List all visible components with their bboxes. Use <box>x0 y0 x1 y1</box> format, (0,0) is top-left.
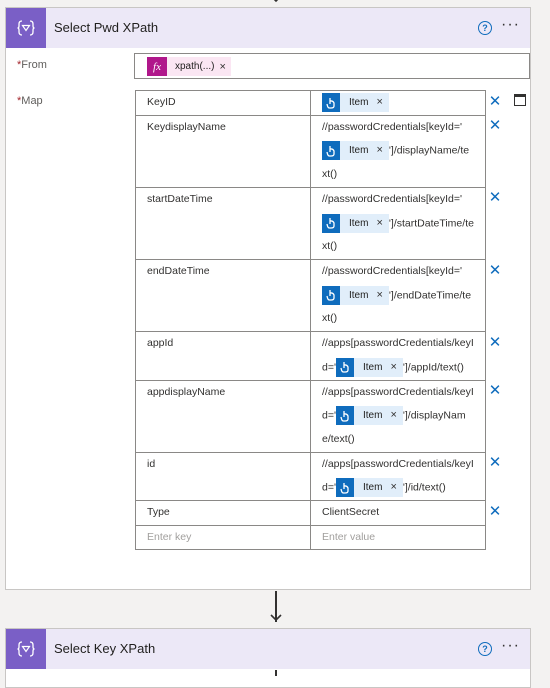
token-remove-icon[interactable]: × <box>387 478 402 497</box>
token-remove-icon[interactable]: × <box>373 141 388 160</box>
map-row: endDateTime //passwordCredentials[keyId='… <box>135 258 486 333</box>
new-row: Enter key Enter value <box>135 524 486 551</box>
manual-trigger-icon <box>335 357 354 377</box>
dynamic-content-token[interactable]: Item × <box>335 406 403 426</box>
token-label: Item <box>349 145 369 157</box>
map-row: KeyID Item × <box>135 90 486 116</box>
manual-trigger-icon <box>335 406 354 426</box>
action-title: Select Key XPath <box>54 641 156 656</box>
map-row: startDateTime //passwordCredentials[keyId… <box>135 186 486 261</box>
delete-row-icon[interactable]: ✕ <box>488 94 502 109</box>
map-row: KeydisplayName //passwordCredentials[keyI… <box>135 114 486 188</box>
token-remove-icon[interactable]: × <box>373 214 388 233</box>
manual-trigger-icon <box>335 478 354 498</box>
map-row: appId//apps[passwordCredentials/keyId=' I… <box>135 331 486 381</box>
dynamic-content-token[interactable]: Item × <box>335 357 403 377</box>
expression-token[interactable]: fx xpath(...) × <box>147 57 231 76</box>
from-input[interactable]: fx xpath(...) × <box>134 53 530 79</box>
delete-row-icon[interactable]: ✕ <box>488 118 502 133</box>
map-key-input[interactable]: startDateTime <box>135 186 311 261</box>
value-text: //passwordCredentials[keyId=' <box>322 192 463 205</box>
map-key-input[interactable]: appId <box>135 331 311 381</box>
map-table: KeyID Item × KeydisplayName //passwordCreden… <box>135 90 486 551</box>
new-value-input[interactable]: Enter value <box>310 524 486 551</box>
action-title: Select Pwd XPath <box>54 20 159 35</box>
map-key-input[interactable]: appdisplayName <box>135 379 311 453</box>
map-value-input[interactable]: //passwordCredentials[keyId=' Item × ']/dis… <box>310 114 486 188</box>
token-label: Item <box>362 410 383 422</box>
token-remove-icon[interactable]: × <box>219 61 230 73</box>
map-key-input[interactable]: id <box>135 451 311 502</box>
map-key-input[interactable]: KeyID <box>135 90 311 116</box>
dynamic-content-token[interactable]: Item × <box>335 478 403 498</box>
token-label: Item <box>349 289 369 301</box>
manual-trigger-icon <box>322 285 340 305</box>
delete-row-icon[interactable]: ✕ <box>488 383 502 398</box>
data-operation-icon <box>6 8 46 48</box>
map-value-input[interactable]: //passwordCredentials[keyId=' Item × ']/end… <box>310 258 486 333</box>
manual-trigger-icon <box>322 213 340 233</box>
delete-row-icon[interactable]: ✕ <box>488 335 502 350</box>
delete-row-icon[interactable]: ✕ <box>488 455 502 470</box>
dynamic-content-token[interactable]: Item × <box>322 213 389 233</box>
token-remove-icon[interactable]: × <box>387 406 402 425</box>
map-key-input[interactable]: KeydisplayName <box>135 114 311 188</box>
arrow-down-icon <box>270 614 282 622</box>
new-key-input[interactable]: Enter key <box>135 524 311 551</box>
token-label: Item <box>349 217 369 229</box>
map-row: Type ClientSecret <box>135 500 486 526</box>
help-icon[interactable]: ? <box>478 21 492 35</box>
action-header[interactable]: Select Pwd XPath ? ··· <box>6 8 530 48</box>
map-key-input[interactable]: endDateTime <box>135 258 311 333</box>
map-key-input[interactable]: Type <box>135 500 311 526</box>
dynamic-content-token[interactable]: Item × <box>322 141 389 161</box>
value-text: ']/id/text() <box>402 481 446 494</box>
map-row: id//apps[passwordCredentials/keyId=' Item… <box>135 451 486 502</box>
connector-line-bottom <box>275 670 277 676</box>
token-remove-icon[interactable]: × <box>373 286 388 305</box>
action-header[interactable]: Select Key XPath ? ··· <box>6 629 530 669</box>
token-remove-icon[interactable]: × <box>373 93 388 112</box>
expression-token-label: xpath(...) <box>175 61 215 72</box>
more-options-icon[interactable]: ··· <box>501 637 520 655</box>
dynamic-content-token[interactable]: Item × <box>322 285 389 305</box>
token-label: Item <box>349 97 369 108</box>
manual-trigger-icon <box>322 141 340 161</box>
value-text: ClientSecret <box>322 506 380 519</box>
map-value-input[interactable]: //passwordCredentials[keyId=' Item × ']/sta… <box>310 186 486 261</box>
map-value-input[interactable]: //apps[passwordCredentials/keyId=' Item × '… <box>310 379 486 453</box>
value-text: //passwordCredentials[keyId=' <box>322 120 463 133</box>
map-value-input[interactable]: //apps[passwordCredentials/keyId=' Item × '… <box>310 451 486 502</box>
delete-row-icon[interactable]: ✕ <box>488 190 502 205</box>
action-card-select-key-xpath: Select Key XPath ? ··· <box>5 628 531 688</box>
help-icon[interactable]: ? <box>478 642 492 656</box>
value-text: ']/appId/text() <box>402 360 464 373</box>
map-value-input[interactable]: //apps[passwordCredentials/keyId=' Item × '… <box>310 331 486 381</box>
from-label: *From <box>17 59 47 71</box>
more-options-icon[interactable]: ··· <box>501 16 520 34</box>
expression-icon: fx <box>147 57 167 76</box>
manual-trigger-icon <box>322 93 340 112</box>
text-mode-icon[interactable] <box>514 94 526 106</box>
dynamic-content-token[interactable]: Item × <box>322 93 389 112</box>
delete-row-icon[interactable]: ✕ <box>488 263 502 278</box>
token-remove-icon[interactable]: × <box>387 358 402 377</box>
data-operation-icon <box>6 629 46 669</box>
value-text: //passwordCredentials[keyId=' <box>322 265 463 277</box>
map-label: *Map <box>17 95 43 107</box>
delete-row-icon[interactable]: ✕ <box>488 504 502 519</box>
map-row: appdisplayName//apps[passwordCredentials… <box>135 379 486 453</box>
token-label: Item <box>362 361 383 373</box>
token-label: Item <box>362 482 383 494</box>
map-value-input[interactable]: ClientSecret <box>310 500 486 526</box>
map-value-input[interactable]: Item × <box>310 90 486 116</box>
